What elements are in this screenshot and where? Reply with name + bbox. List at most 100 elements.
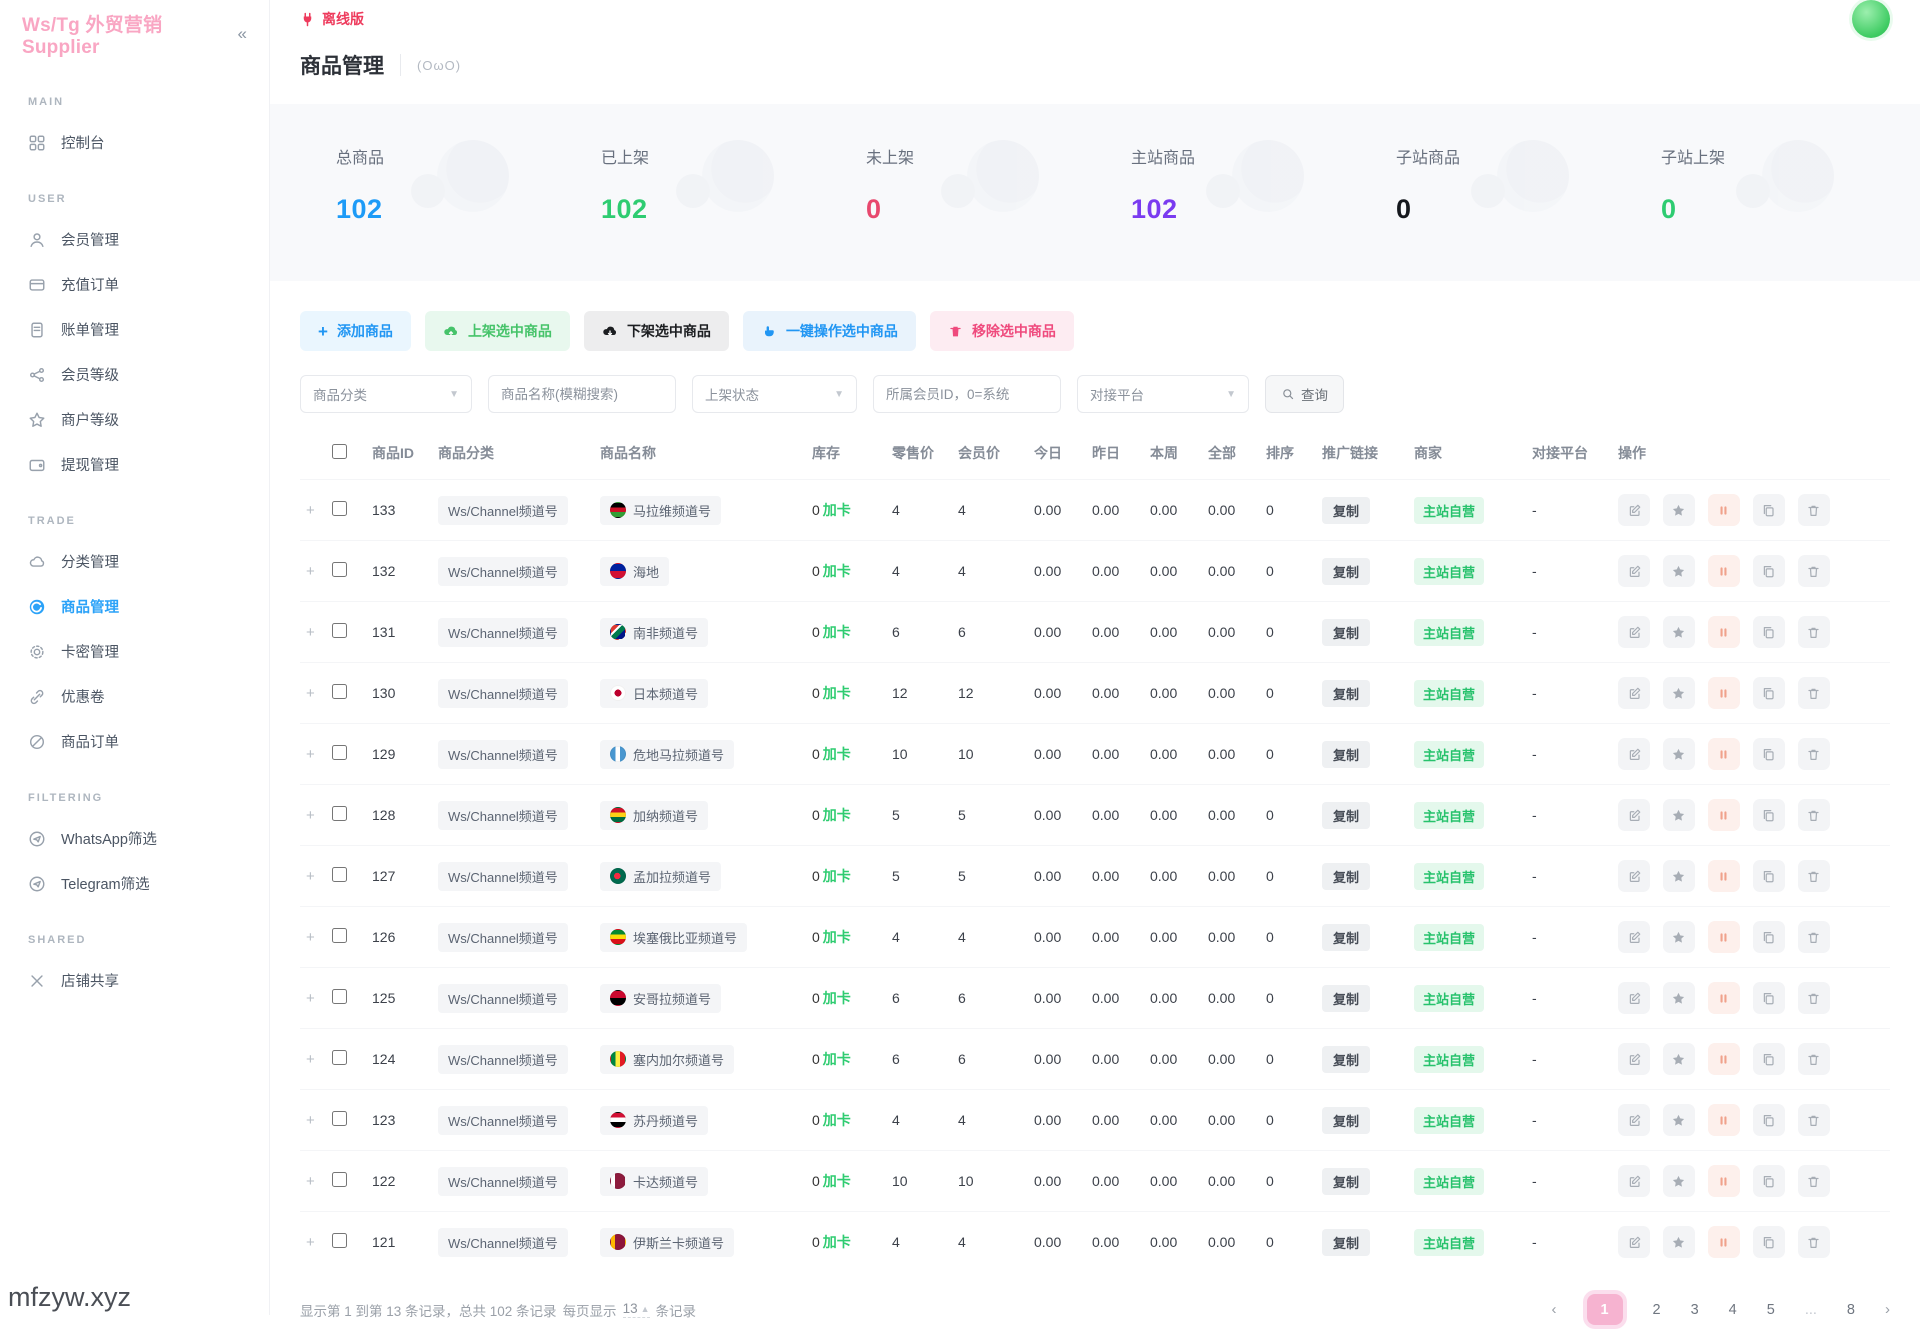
edit-button[interactable] xyxy=(1618,982,1650,1014)
row-checkbox[interactable] xyxy=(332,501,347,516)
sidebar-item-recharge-orders[interactable]: 充值订单 xyxy=(0,262,269,307)
copy-link-button[interactable]: 复制 xyxy=(1322,984,1371,1012)
edit-button[interactable] xyxy=(1618,1104,1650,1136)
star-button[interactable] xyxy=(1662,1165,1695,1197)
sidebar-item-member-levels[interactable]: 会员等级 xyxy=(0,352,269,397)
copy-button[interactable] xyxy=(1752,799,1785,831)
pause-button[interactable] xyxy=(1707,1043,1740,1075)
delete-button[interactable] xyxy=(1797,1226,1830,1258)
pause-button[interactable] xyxy=(1707,982,1740,1014)
copy-button[interactable] xyxy=(1752,860,1785,892)
delete-button[interactable] xyxy=(1797,1104,1830,1136)
sidebar-item-products[interactable]: 商品管理 xyxy=(0,584,269,629)
page-button-5[interactable]: 5 xyxy=(1767,1302,1775,1318)
edit-button[interactable] xyxy=(1618,494,1650,526)
sidebar-item-members[interactable]: 会员管理 xyxy=(0,217,269,262)
star-button[interactable] xyxy=(1662,677,1695,709)
expand-row-icon[interactable]: + xyxy=(300,1150,326,1212)
expand-row-icon[interactable]: + xyxy=(300,601,326,663)
edit-button[interactable] xyxy=(1618,1165,1650,1197)
page-button-1[interactable]: 1 xyxy=(1586,1294,1623,1325)
row-checkbox[interactable] xyxy=(332,1050,347,1065)
search-button[interactable]: 查询 xyxy=(1265,375,1344,413)
expand-row-icon[interactable]: + xyxy=(300,967,326,1029)
edit-button[interactable] xyxy=(1618,799,1650,831)
star-button[interactable] xyxy=(1662,1043,1695,1075)
delete-button[interactable] xyxy=(1797,860,1830,892)
star-button[interactable] xyxy=(1662,616,1695,648)
star-button[interactable] xyxy=(1662,555,1695,587)
edit-button[interactable] xyxy=(1618,738,1650,770)
remove-selected-button[interactable]: 移除选中商品 xyxy=(929,311,1074,351)
copy-link-button[interactable]: 复制 xyxy=(1322,1228,1371,1256)
expand-row-icon[interactable]: + xyxy=(300,845,326,907)
copy-button[interactable] xyxy=(1752,738,1785,770)
copy-link-button[interactable]: 复制 xyxy=(1322,801,1371,829)
pause-button[interactable] xyxy=(1707,494,1740,526)
copy-button[interactable] xyxy=(1752,1104,1785,1136)
one-key-operate-button[interactable]: 一键操作选中商品 xyxy=(742,311,916,351)
copy-link-button[interactable]: 复制 xyxy=(1322,740,1371,768)
row-checkbox[interactable] xyxy=(332,1172,347,1187)
expand-row-icon[interactable]: + xyxy=(300,540,326,602)
pause-button[interactable] xyxy=(1707,860,1740,892)
copy-button[interactable] xyxy=(1752,982,1785,1014)
delete-button[interactable] xyxy=(1797,1043,1830,1075)
copy-button[interactable] xyxy=(1752,677,1785,709)
expand-row-icon[interactable]: + xyxy=(300,1211,326,1272)
delete-button[interactable] xyxy=(1797,616,1830,648)
product-name-search-input[interactable] xyxy=(488,375,676,413)
copy-button[interactable] xyxy=(1752,1165,1785,1197)
expand-row-icon[interactable]: + xyxy=(300,662,326,724)
delete-button[interactable] xyxy=(1797,799,1830,831)
prev-page-button[interactable]: ‹ xyxy=(1552,1301,1557,1318)
star-button[interactable] xyxy=(1662,1104,1695,1136)
copy-link-button[interactable]: 复制 xyxy=(1322,679,1371,707)
star-button[interactable] xyxy=(1662,921,1695,953)
expand-row-icon[interactable]: + xyxy=(300,784,326,846)
pause-button[interactable] xyxy=(1707,677,1740,709)
edit-button[interactable] xyxy=(1618,616,1650,648)
sidebar-item-categories[interactable]: 分类管理 xyxy=(0,539,269,584)
copy-link-button[interactable]: 复制 xyxy=(1322,496,1371,524)
delete-button[interactable] xyxy=(1797,555,1830,587)
pause-button[interactable] xyxy=(1707,555,1740,587)
page-button-4[interactable]: 4 xyxy=(1729,1302,1737,1318)
sidebar-item-withdrawals[interactable]: 提现管理 xyxy=(0,442,269,487)
shelf-status-select[interactable]: 上架状态 ▼ xyxy=(692,375,857,413)
star-button[interactable] xyxy=(1662,799,1695,831)
edit-button[interactable] xyxy=(1618,555,1650,587)
row-checkbox[interactable] xyxy=(332,989,347,1004)
sidebar-item-shop-sharing[interactable]: 店铺共享 xyxy=(0,958,269,1003)
star-button[interactable] xyxy=(1662,1226,1695,1258)
user-avatar[interactable] xyxy=(1852,0,1890,38)
pause-button[interactable] xyxy=(1707,799,1740,831)
sidebar-item-product-orders[interactable]: 商品订单 xyxy=(0,719,269,764)
copy-link-button[interactable]: 复制 xyxy=(1322,618,1371,646)
page-button-3[interactable]: 3 xyxy=(1691,1302,1699,1318)
row-checkbox[interactable] xyxy=(332,623,347,638)
page-button-8[interactable]: 8 xyxy=(1847,1302,1855,1318)
row-checkbox[interactable] xyxy=(332,562,347,577)
pause-button[interactable] xyxy=(1707,616,1740,648)
copy-button[interactable] xyxy=(1752,921,1785,953)
sidebar-item-whatsapp-filter[interactable]: WhatsApp筛选 xyxy=(0,816,269,861)
platform-select[interactable]: 对接平台 ▼ xyxy=(1077,375,1249,413)
copy-link-button[interactable]: 复制 xyxy=(1322,1045,1371,1073)
row-checkbox[interactable] xyxy=(332,867,347,882)
row-checkbox[interactable] xyxy=(332,928,347,943)
star-button[interactable] xyxy=(1662,860,1695,892)
sidebar-item-telegram-filter[interactable]: Telegram筛选 xyxy=(0,861,269,906)
edit-button[interactable] xyxy=(1618,860,1650,892)
copy-link-button[interactable]: 复制 xyxy=(1322,1167,1371,1195)
page-size-select[interactable]: 13 ▲ xyxy=(622,1301,650,1318)
pause-button[interactable] xyxy=(1707,1104,1740,1136)
delete-button[interactable] xyxy=(1797,677,1830,709)
row-checkbox[interactable] xyxy=(332,1233,347,1248)
expand-row-icon[interactable]: + xyxy=(300,1089,326,1151)
copy-button[interactable] xyxy=(1752,555,1785,587)
copy-button[interactable] xyxy=(1752,1226,1785,1258)
expand-row-icon[interactable]: + xyxy=(300,723,326,785)
expand-row-icon[interactable]: + xyxy=(300,479,326,541)
pause-button[interactable] xyxy=(1707,1165,1740,1197)
